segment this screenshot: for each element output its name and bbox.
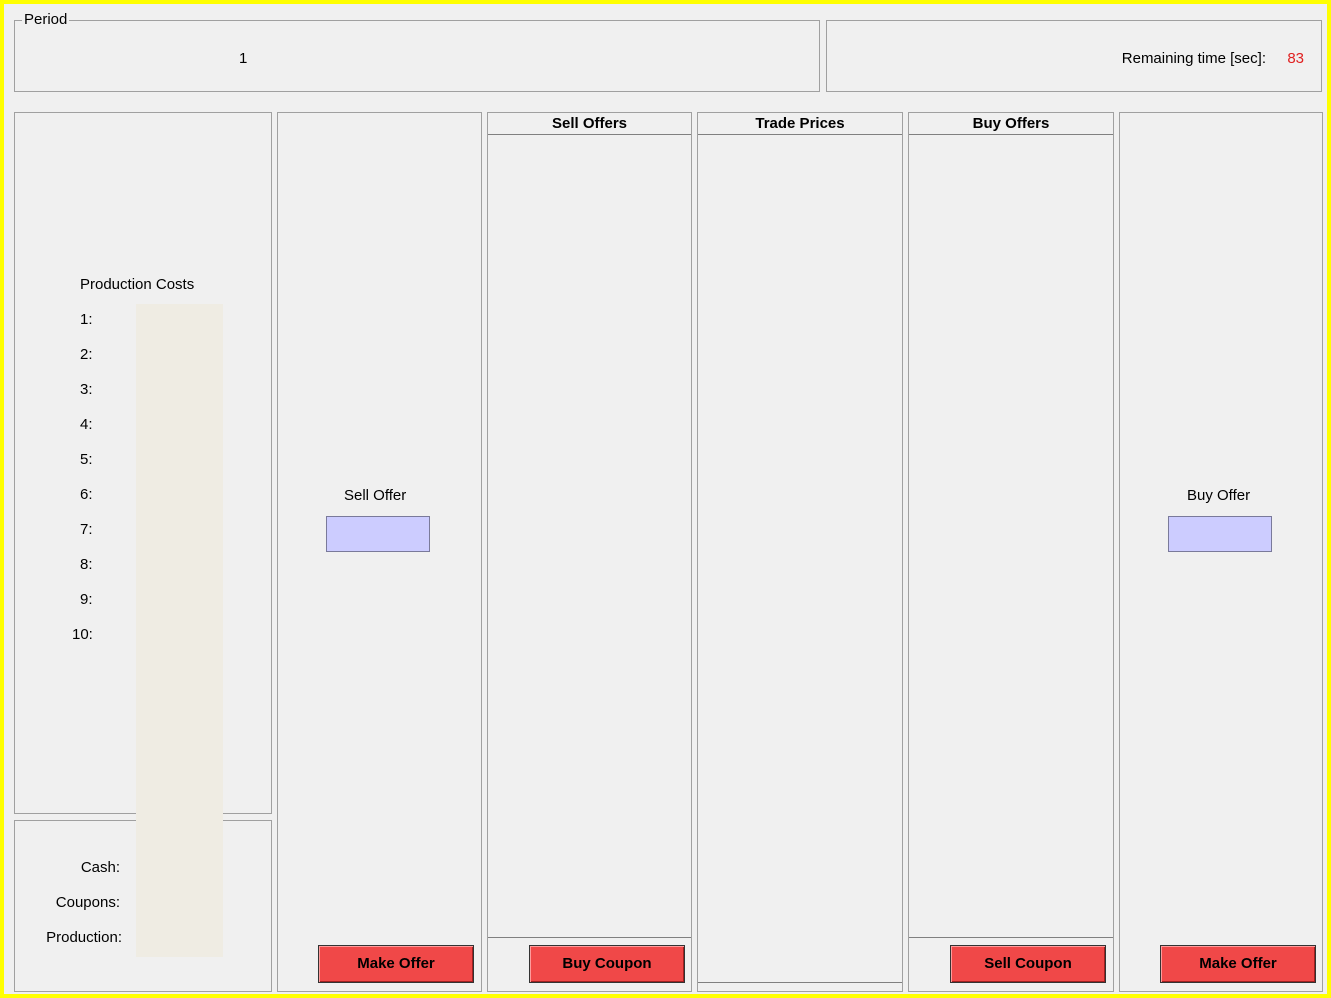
- buy-offer-label: Buy Offer: [1187, 487, 1251, 504]
- cost-row-label: 10:: [72, 626, 93, 643]
- period-legend: Period: [22, 11, 70, 28]
- buy-offers-divider: [909, 937, 1113, 938]
- buy-offer-input[interactable]: [1168, 516, 1272, 552]
- trade-prices-header: Trade Prices: [698, 113, 902, 135]
- cost-row-label: 7:: [80, 521, 93, 538]
- sell-offer-panel: [277, 112, 482, 992]
- costs-value-column: [136, 304, 223, 957]
- production-label: Production:: [46, 929, 122, 946]
- sell-offer-input[interactable]: [326, 516, 430, 552]
- remaining-time-label: Remaining time [sec]:: [1121, 50, 1266, 67]
- buy-offers-list[interactable]: [909, 135, 1113, 937]
- sell-coupon-button[interactable]: Sell Coupon: [950, 945, 1106, 983]
- buy-offer-panel: [1119, 112, 1323, 992]
- sell-offer-label: Sell Offer: [344, 487, 407, 504]
- cost-row-label: 3:: [80, 381, 93, 398]
- sell-offers-divider: [488, 937, 691, 938]
- cost-row-label: 4:: [80, 416, 93, 433]
- trade-prices-divider: [698, 982, 902, 983]
- make-buy-offer-button[interactable]: Make Offer: [1160, 945, 1316, 983]
- make-sell-offer-button[interactable]: Make Offer: [318, 945, 474, 983]
- sell-offers-header: Sell Offers: [488, 113, 691, 135]
- cost-row-label: 8:: [80, 556, 93, 573]
- cost-row-label: 1:: [80, 311, 93, 328]
- period-panel: [14, 20, 820, 92]
- sell-offers-list[interactable]: [488, 135, 691, 937]
- trade-prices-list[interactable]: [698, 135, 902, 982]
- buy-offers-header: Buy Offers: [909, 113, 1113, 135]
- cost-row-label: 2:: [80, 346, 93, 363]
- cash-label: Cash:: [80, 859, 120, 876]
- cost-row-label: 9:: [80, 591, 93, 608]
- cost-row-label: 5:: [80, 451, 93, 468]
- cost-row-label: 6:: [80, 486, 93, 503]
- period-value: 1: [239, 50, 248, 67]
- coupons-label: Coupons:: [55, 894, 120, 911]
- buy-coupon-button[interactable]: Buy Coupon: [529, 945, 685, 983]
- production-costs-title: Production Costs: [80, 276, 195, 293]
- remaining-time-value: 83: [1287, 50, 1304, 67]
- app-frame: Period 1 Remaining time [sec]: 83 Produc…: [4, 4, 1327, 994]
